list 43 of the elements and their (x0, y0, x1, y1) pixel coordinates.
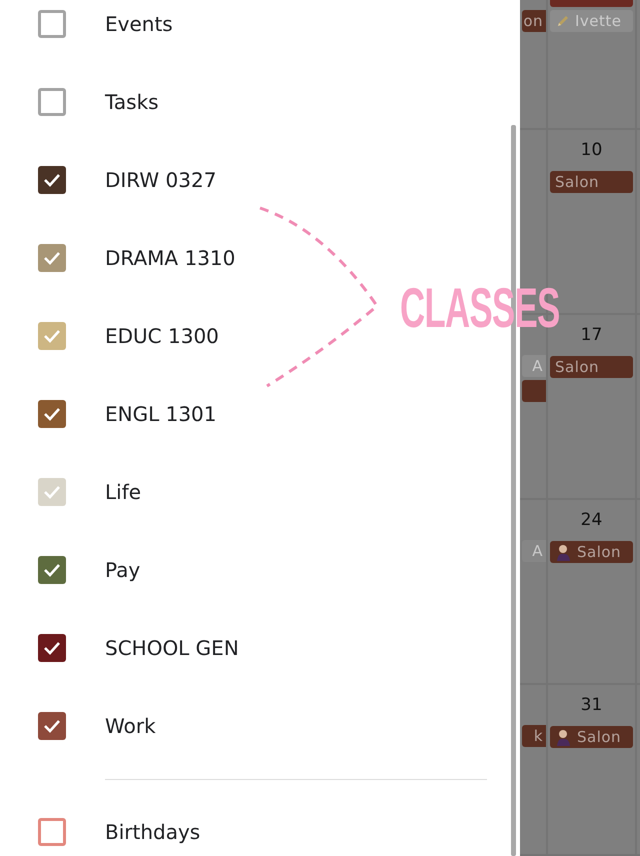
calendar-label[interactable]: Life (105, 480, 142, 504)
checkmark-icon (43, 251, 61, 265)
checkbox[interactable] (38, 478, 66, 506)
checkbox[interactable] (38, 400, 66, 428)
calendar-label[interactable]: Pay (105, 558, 140, 582)
event-chip[interactable]: Salon (550, 171, 633, 193)
day-number: 17 (580, 324, 604, 347)
calendar-label[interactable]: DRAMA 1310 (105, 246, 236, 270)
calendar-label[interactable]: EDUC 1300 (105, 324, 219, 348)
day-number: 10 (580, 139, 604, 162)
calendar-label[interactable]: SCHOOL GEN (105, 636, 239, 660)
event-chip[interactable]: Salon (550, 541, 633, 563)
checkbox[interactable] (38, 88, 66, 116)
checkbox[interactable] (38, 634, 66, 662)
person-icon (555, 543, 573, 561)
checkmark-icon (43, 173, 61, 187)
calendar-label[interactable]: Work (105, 714, 156, 738)
person-icon (555, 728, 573, 746)
checkbox[interactable] (38, 244, 66, 272)
checkmark-icon (43, 407, 61, 421)
calendar-label[interactable]: DIRW 0327 (105, 168, 216, 192)
checkbox[interactable] (38, 322, 66, 350)
event-chip[interactable]: Salon (550, 356, 633, 378)
checkbox[interactable] (38, 818, 66, 846)
calendar-label[interactable]: Tasks (105, 90, 159, 114)
checkbox[interactable] (38, 10, 66, 38)
event-chip[interactable]: k (522, 725, 546, 747)
calendar-label[interactable]: Birthdays (105, 820, 200, 844)
checkmark-icon (43, 719, 61, 733)
event-chip[interactable]: Salon (550, 726, 633, 748)
day-number: 24 (580, 509, 604, 532)
calendar-label[interactable]: ENGL 1301 (105, 402, 216, 426)
day-number: 31 (580, 694, 604, 717)
checkmark-icon (43, 329, 61, 343)
checkmark-icon (43, 563, 61, 577)
pencil-icon (555, 13, 571, 29)
checkbox[interactable] (38, 556, 66, 584)
calendar-label[interactable]: Events (105, 12, 173, 36)
checkmark-icon (43, 641, 61, 655)
checkbox[interactable] (38, 712, 66, 740)
checkmark-icon (43, 485, 61, 499)
event-chip[interactable]: on (522, 10, 546, 32)
checkbox[interactable] (38, 166, 66, 194)
